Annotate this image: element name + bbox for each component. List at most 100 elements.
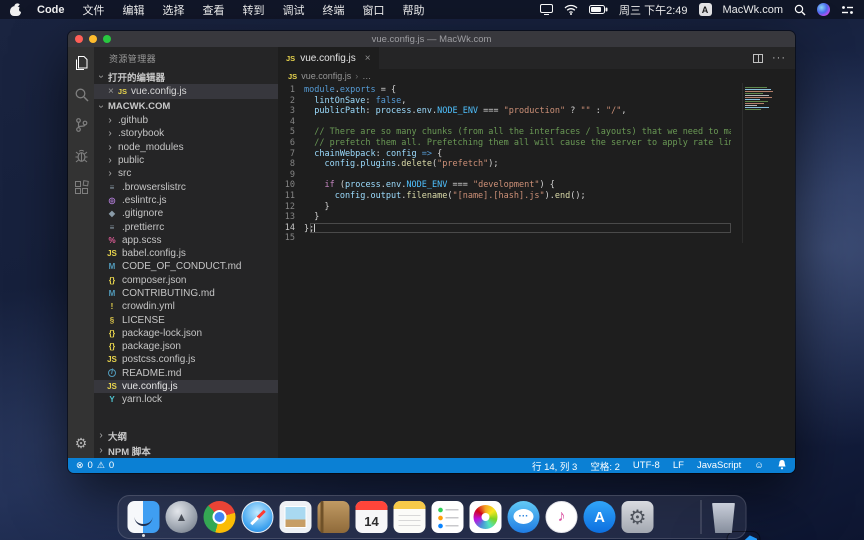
tree-file-.browserslistrc[interactable]: ≡.browserslistrc bbox=[94, 180, 278, 193]
tree-file-postcss.config.js[interactable]: JSpostcss.config.js bbox=[94, 353, 278, 366]
siri-icon[interactable] bbox=[817, 3, 830, 16]
tree-file-yarn.lock[interactable]: Yyarn.lock bbox=[94, 393, 278, 406]
menu-item[interactable]: 编辑 bbox=[114, 2, 154, 18]
open-editors-header[interactable]: › 打开的编辑器 bbox=[94, 69, 278, 84]
split-editor-icon[interactable] bbox=[753, 54, 763, 63]
close-icon[interactable]: × bbox=[108, 86, 114, 97]
tree-file-LICENSE[interactable]: §LICENSE bbox=[94, 313, 278, 326]
menu-item[interactable]: 查看 bbox=[194, 2, 234, 18]
dock-item-notes[interactable] bbox=[394, 501, 426, 533]
dock-item-vscode[interactable] bbox=[728, 532, 760, 540]
tree-file-app.scss[interactable]: %app.scss bbox=[94, 234, 278, 247]
code-line-3[interactable]: 3 publicPath: process.env.NODE_ENV === "… bbox=[278, 106, 731, 117]
language-mode[interactable]: JavaScript bbox=[697, 460, 741, 471]
apple-menu-icon[interactable] bbox=[10, 3, 22, 16]
dock-item-messages[interactable] bbox=[508, 501, 540, 533]
input-source-icon[interactable]: A bbox=[699, 3, 712, 16]
code-area[interactable]: 1module.exports = {2 lintOnSave: false,3… bbox=[278, 83, 795, 458]
menu-app-name[interactable]: Code bbox=[28, 4, 74, 16]
wifi-icon[interactable] bbox=[564, 4, 578, 15]
tree-file-babel.config.js[interactable]: JSbabel.config.js bbox=[94, 247, 278, 260]
code-line-14[interactable]: 14}; bbox=[278, 223, 731, 234]
code-line-11[interactable]: 11 config.output.filename("[name].[hash]… bbox=[278, 191, 731, 202]
menu-item[interactable]: 帮助 bbox=[394, 2, 434, 18]
feedback-smiley-icon[interactable]: ☺ bbox=[754, 460, 764, 471]
dock-item-chrome[interactable] bbox=[204, 501, 236, 533]
debug-icon[interactable] bbox=[72, 147, 90, 165]
outline-section-header[interactable]: › 大纲 bbox=[94, 428, 278, 443]
tree-file-.eslintrc.js[interactable]: ◎.eslintrc.js bbox=[94, 194, 278, 207]
code-line-10[interactable]: 10 if (process.env.NODE_ENV === "develop… bbox=[278, 180, 731, 191]
dock-item-launchpad[interactable] bbox=[166, 501, 198, 533]
code-line-5[interactable]: 5 // There are so many chunks (from all … bbox=[278, 127, 731, 138]
display-icon[interactable] bbox=[540, 4, 553, 15]
menu-clock[interactable]: 周三 下午2:49 bbox=[619, 2, 687, 18]
tree-file-CONTRIBUTING.md[interactable]: MCONTRIBUTING.md bbox=[94, 287, 278, 300]
search-icon[interactable] bbox=[72, 85, 90, 103]
npm-scripts-section-header[interactable]: › NPM 脚本 bbox=[94, 443, 278, 458]
code-line-2[interactable]: 2 lintOnSave: false, bbox=[278, 96, 731, 107]
code-line-12[interactable]: 12 } bbox=[278, 202, 731, 213]
dock-item-sysprefs[interactable] bbox=[622, 501, 654, 533]
dock-item-photos[interactable] bbox=[470, 501, 502, 533]
source-control-icon[interactable] bbox=[72, 116, 90, 134]
tree-file-package.json[interactable]: {}package.json bbox=[94, 340, 278, 353]
tree-file-vue.config.js[interactable]: JSvue.config.js bbox=[94, 380, 278, 393]
notification-center-icon[interactable] bbox=[841, 5, 854, 15]
minimap[interactable] bbox=[731, 83, 795, 458]
close-tab-icon[interactable]: × bbox=[365, 53, 371, 64]
tree-file-.prettierrc[interactable]: ≡.prettierrc bbox=[94, 220, 278, 233]
code-line-7[interactable]: 7 chainWebpack: config => { bbox=[278, 149, 731, 160]
window-title-bar[interactable]: vue.config.js — MacWk.com bbox=[68, 31, 795, 47]
breadcrumb[interactable]: vue.config.js › … bbox=[278, 69, 795, 83]
errors-icon[interactable]: ⊗ bbox=[76, 460, 84, 471]
indentation[interactable]: 空格: 2 bbox=[590, 459, 620, 473]
project-section-header[interactable]: › MACWK.COM bbox=[94, 99, 278, 114]
battery-icon[interactable] bbox=[589, 5, 608, 14]
menu-item[interactable]: 选择 bbox=[154, 2, 194, 18]
dock-item-trash[interactable] bbox=[711, 503, 737, 533]
code-line-6[interactable]: 6 // prefetch them all. Prefetching them… bbox=[278, 138, 731, 149]
dock-item-safari[interactable] bbox=[242, 501, 274, 533]
tree-folder-.storybook[interactable]: ›.storybook bbox=[94, 127, 278, 140]
code-line-4[interactable]: 4 bbox=[278, 117, 731, 128]
encoding[interactable]: UTF-8 bbox=[633, 460, 660, 471]
more-actions-icon[interactable]: ··· bbox=[772, 52, 786, 64]
tree-file-crowdin.yml[interactable]: !crowdin.yml bbox=[94, 300, 278, 313]
eol-sequence[interactable]: LF bbox=[673, 460, 684, 471]
tree-file-CODE_OF_CONDUCT.md[interactable]: MCODE_OF_CONDUCT.md bbox=[94, 260, 278, 273]
spotlight-icon[interactable] bbox=[794, 4, 806, 16]
dock-item-contacts[interactable] bbox=[318, 501, 350, 533]
dock-item-mail[interactable] bbox=[280, 501, 312, 533]
warnings-icon[interactable]: ⚠ bbox=[97, 460, 105, 471]
menu-item[interactable]: 文件 bbox=[74, 2, 114, 18]
tree-folder-.github[interactable]: ›.github bbox=[94, 114, 278, 127]
cursor-position[interactable]: 行 14, 列 3 bbox=[532, 459, 577, 473]
dock-item-itunes[interactable] bbox=[546, 501, 578, 533]
code-line-15[interactable]: 15 bbox=[278, 233, 731, 244]
code-line-9[interactable]: 9 bbox=[278, 170, 731, 181]
breadcrumb-file[interactable]: vue.config.js bbox=[301, 71, 351, 81]
tree-file-package-lock.json[interactable]: {}package-lock.json bbox=[94, 327, 278, 340]
settings-gear-icon[interactable]: ⚙ bbox=[75, 435, 88, 452]
warnings-count[interactable]: 0 bbox=[109, 460, 114, 471]
tree-folder-src[interactable]: ›src bbox=[94, 167, 278, 180]
menu-item[interactable]: 调试 bbox=[274, 2, 314, 18]
tree-folder-node_modules[interactable]: ›node_modules bbox=[94, 141, 278, 154]
code-line-13[interactable]: 13 } bbox=[278, 212, 731, 223]
tree-file-.gitignore[interactable]: ◆.gitignore bbox=[94, 207, 278, 220]
errors-count[interactable]: 0 bbox=[88, 460, 93, 471]
dock-item-appstore[interactable] bbox=[584, 501, 616, 533]
menu-item[interactable]: 窗口 bbox=[354, 2, 394, 18]
notifications-bell-icon[interactable] bbox=[777, 459, 787, 473]
tab-vue-config[interactable]: vue.config.js × bbox=[278, 47, 379, 69]
tree-file-composer.json[interactable]: {}composer.json bbox=[94, 274, 278, 287]
explorer-icon[interactable] bbox=[72, 54, 90, 72]
dock-item-reminders[interactable] bbox=[432, 501, 464, 533]
dock-item-finder[interactable] bbox=[128, 501, 160, 533]
breadcrumb-more[interactable]: … bbox=[362, 71, 371, 81]
code-line-8[interactable]: 8 config.plugins.delete("prefetch"); bbox=[278, 159, 731, 170]
dock-item-calendar[interactable]: 14 bbox=[356, 501, 388, 533]
extensions-icon[interactable] bbox=[72, 178, 90, 196]
tree-folder-public[interactable]: ›public bbox=[94, 154, 278, 167]
